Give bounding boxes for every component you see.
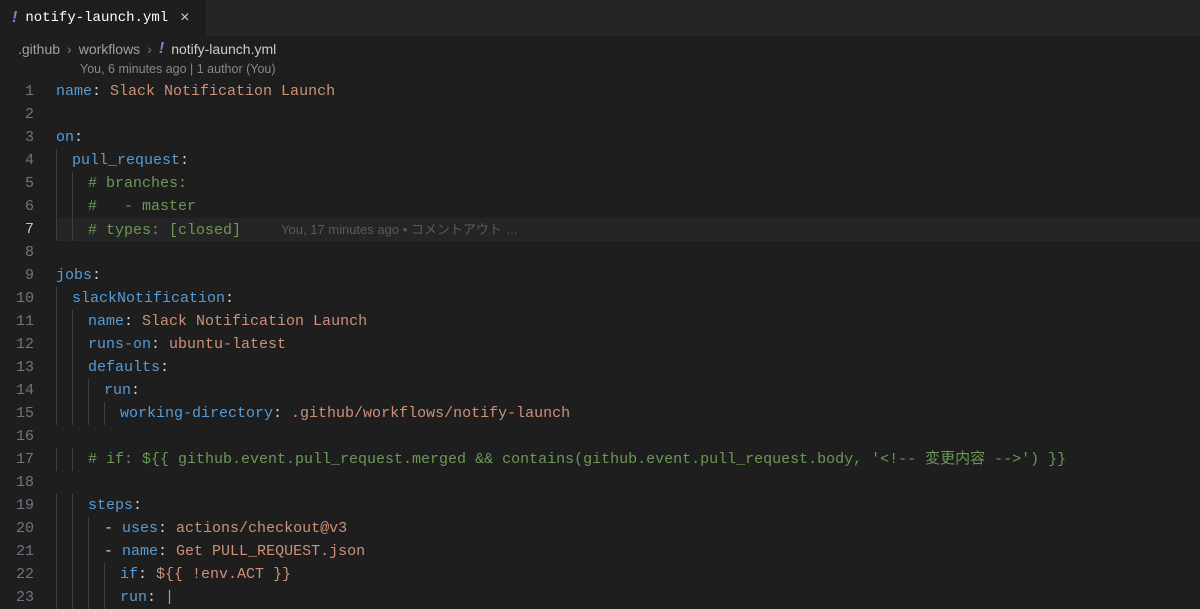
line-number: 3 (0, 126, 34, 149)
yaml-file-icon: ! (159, 40, 164, 58)
chevron-right-icon: › (67, 41, 72, 57)
file-tab[interactable]: ! notify-launch.yml × (0, 0, 205, 36)
yaml-file-icon: ! (12, 9, 17, 27)
line-number: 13 (0, 356, 34, 379)
line-number: 6 (0, 195, 34, 218)
line-number: 17 (0, 448, 34, 471)
code-line[interactable]: steps: (56, 494, 1200, 517)
code-line[interactable]: # - master (56, 195, 1200, 218)
line-number: 11 (0, 310, 34, 333)
line-number: 14 (0, 379, 34, 402)
breadcrumb-current[interactable]: notify-launch.yml (171, 41, 276, 57)
code-line[interactable]: run: (56, 379, 1200, 402)
git-codelens[interactable]: You, 6 minutes ago | 1 author (You) (0, 62, 1200, 80)
line-number: 20 (0, 517, 34, 540)
code-line[interactable] (56, 425, 1200, 448)
tab-filename: notify-launch.yml (25, 10, 168, 26)
code-line[interactable]: runs-on: ubuntu-latest (56, 333, 1200, 356)
breadcrumb[interactable]: .github › workflows › ! notify-launch.ym… (0, 36, 1200, 62)
line-number: 5 (0, 172, 34, 195)
git-blame-inline: You, 17 minutes ago • コメントアウト … (241, 222, 518, 237)
code-line[interactable]: name: Slack Notification Launch (56, 310, 1200, 333)
code-line[interactable]: - name: Get PULL_REQUEST.json (56, 540, 1200, 563)
line-number: 1 (0, 80, 34, 103)
line-number: 7 (0, 218, 34, 241)
code-line[interactable] (56, 241, 1200, 264)
code-line[interactable]: jobs: (56, 264, 1200, 287)
line-number: 8 (0, 241, 34, 264)
line-number: 9 (0, 264, 34, 287)
breadcrumb-segment[interactable]: workflows (79, 41, 140, 57)
line-number: 10 (0, 287, 34, 310)
chevron-right-icon: › (147, 41, 152, 57)
code-line[interactable] (56, 103, 1200, 126)
code-line[interactable]: if: ${{ !env.ACT }} (56, 563, 1200, 586)
code-line[interactable]: defaults: (56, 356, 1200, 379)
code-line[interactable]: run: | (56, 586, 1200, 609)
line-number: 21 (0, 540, 34, 563)
code-editor[interactable]: 1 2 3 4 5 6 7 8 9 10 11 12 13 14 15 16 1… (0, 80, 1200, 609)
code-line[interactable]: name: Slack Notification Launch (56, 80, 1200, 103)
tab-bar: ! notify-launch.yml × (0, 0, 1200, 36)
line-number: 23 (0, 586, 34, 609)
line-number-gutter: 1 2 3 4 5 6 7 8 9 10 11 12 13 14 15 16 1… (0, 80, 56, 609)
line-number: 18 (0, 471, 34, 494)
code-line[interactable]: on: (56, 126, 1200, 149)
code-line[interactable]: working-directory: .github/workflows/not… (56, 402, 1200, 425)
line-number: 2 (0, 103, 34, 126)
code-line[interactable]: # branches: (56, 172, 1200, 195)
line-number: 22 (0, 563, 34, 586)
code-line[interactable]: - uses: actions/checkout@v3 (56, 517, 1200, 540)
breadcrumb-segment[interactable]: .github (18, 41, 60, 57)
code-line[interactable]: slackNotification: (56, 287, 1200, 310)
code-line[interactable]: # types: [closed]You, 17 minutes ago • コ… (56, 218, 1200, 241)
code-line[interactable]: pull_request: (56, 149, 1200, 172)
line-number: 16 (0, 425, 34, 448)
code-line[interactable] (56, 471, 1200, 494)
line-number: 12 (0, 333, 34, 356)
code-line[interactable]: # if: ${{ github.event.pull_request.merg… (56, 448, 1200, 471)
line-number: 15 (0, 402, 34, 425)
close-icon[interactable]: × (176, 9, 193, 27)
line-number: 4 (0, 149, 34, 172)
line-number: 19 (0, 494, 34, 517)
code-content[interactable]: name: Slack Notification Launch on: pull… (56, 80, 1200, 609)
